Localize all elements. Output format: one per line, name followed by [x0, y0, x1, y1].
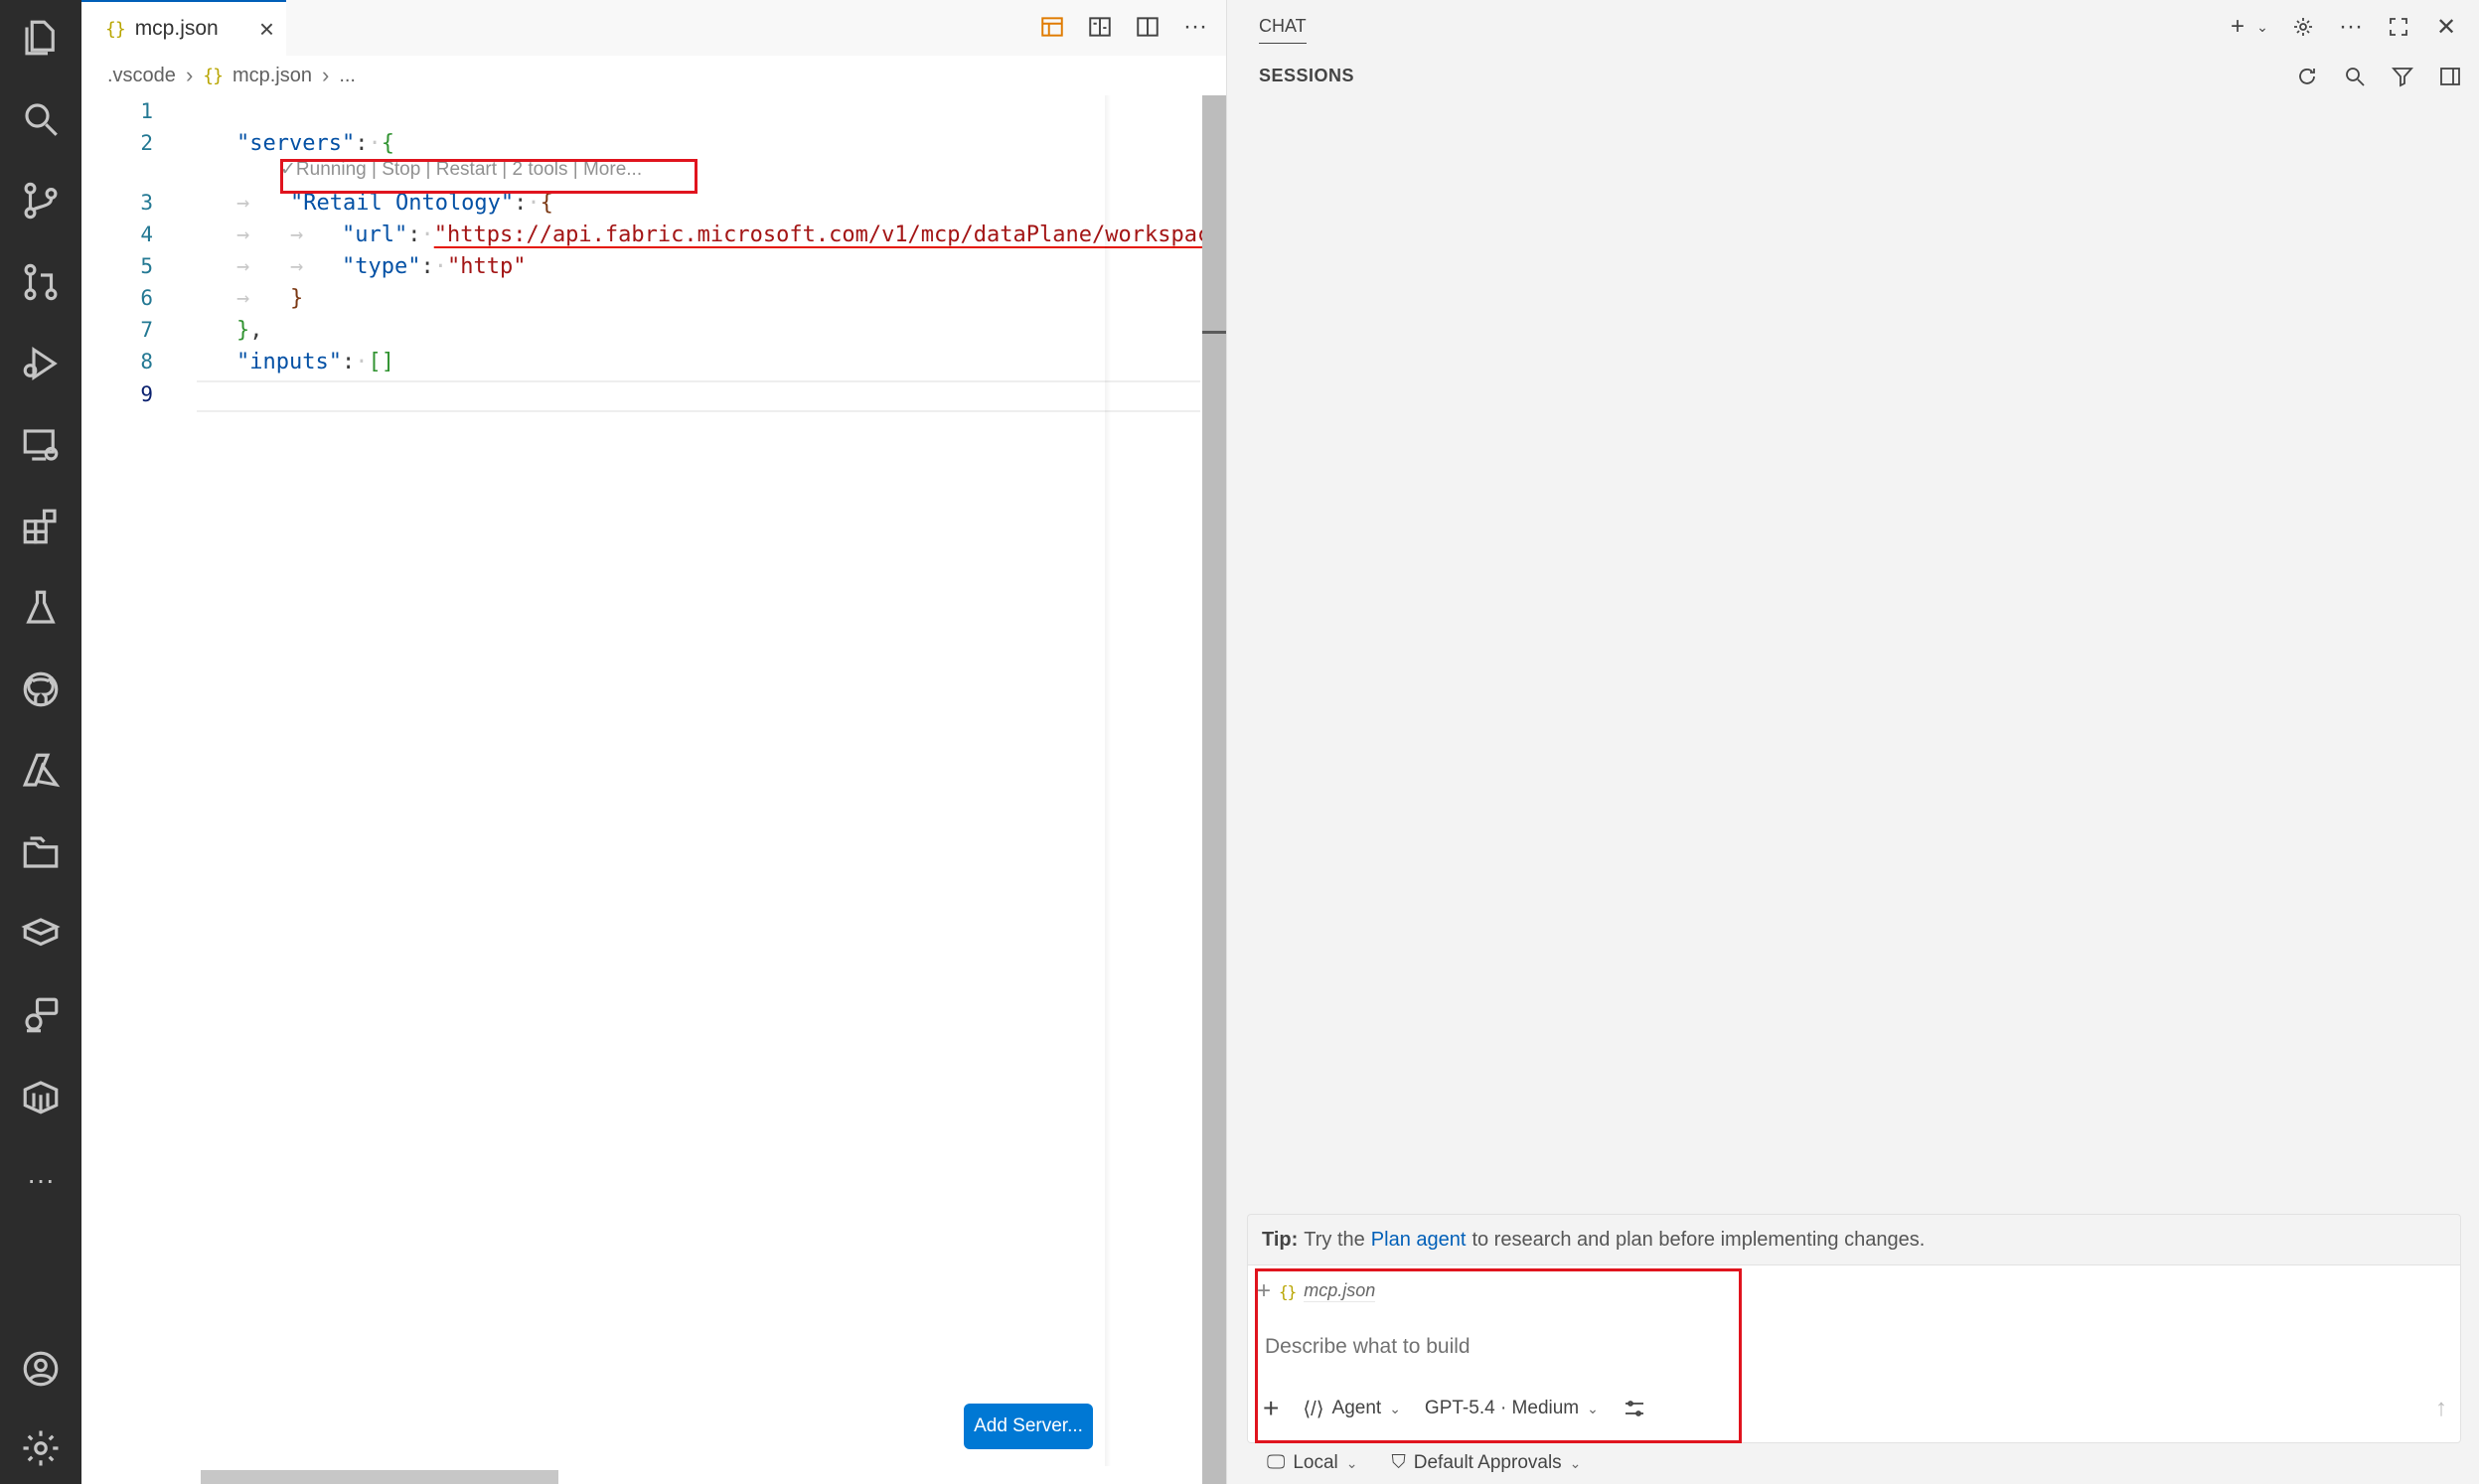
tip-prefix: Tip:: [1262, 1229, 1299, 1251]
chat-bots-icon[interactable]: [17, 991, 65, 1039]
minimap: [1105, 95, 1111, 1466]
chat-tab-title[interactable]: CHAT: [1259, 16, 1307, 44]
tab-label: mcp.json: [134, 17, 219, 40]
refresh-icon[interactable]: [2292, 60, 2322, 93]
tip-text-after: to research and plan before implementing…: [1472, 1229, 1926, 1251]
gear-icon[interactable]: [2288, 10, 2318, 44]
more-actions-icon[interactable]: ···: [2336, 10, 2366, 44]
filter-icon[interactable]: [2388, 60, 2417, 93]
remote-explorer-icon[interactable]: [17, 421, 65, 469]
toggle-sidebar-icon[interactable]: [2435, 60, 2465, 93]
tip-text-before: Try the: [1304, 1229, 1365, 1251]
source-control-icon[interactable]: [17, 177, 65, 224]
sessions-actions: [2292, 60, 2465, 93]
json-key: "inputs": [236, 349, 342, 374]
breadcrumb-more[interactable]: ...: [339, 65, 356, 87]
code-line: 6 → }: [81, 282, 1135, 314]
chevron-down-icon: ⌄: [1569, 1454, 1582, 1471]
code-line: 4 → → "url":·"https://api.fabric.microso…: [81, 219, 1210, 250]
line-number: 2: [140, 131, 153, 155]
current-line-highlight: [197, 380, 1200, 412]
explorer-icon[interactable]: [17, 14, 65, 62]
close-icon[interactable]: ×: [259, 16, 274, 42]
pull-requests-icon[interactable]: [17, 258, 65, 306]
line-number: 8: [140, 350, 153, 373]
github-icon[interactable]: [17, 666, 65, 713]
code-line: 7 },: [81, 314, 1135, 346]
accounts-icon[interactable]: [17, 1345, 65, 1393]
session-location-picker[interactable]: 🖵 Local ⌄: [1267, 1452, 1357, 1474]
monitor-icon: 🖵: [1267, 1452, 1286, 1473]
chat-footer: 🖵 Local ⌄ ⛉ Default Approvals ⌄: [1267, 1452, 1581, 1474]
json-key: "servers": [236, 130, 356, 156]
settings-gear-icon[interactable]: [17, 1424, 65, 1472]
code-line: 8 "inputs":·[]: [81, 346, 1135, 377]
more-views-icon[interactable]: ···: [17, 1156, 65, 1204]
line-number: 1: [140, 99, 153, 123]
editor-actions: ···: [1035, 10, 1212, 44]
highlight-box-chat-input: [1255, 1268, 1742, 1443]
chevron-down-icon[interactable]: ⌄: [2254, 10, 2270, 44]
horizontal-scrollbar[interactable]: [201, 1470, 558, 1484]
json-key: "Retail Ontology": [290, 190, 515, 216]
line-number: 9: [140, 382, 153, 406]
chat-tip: Tip: Try the Plan agent to research and …: [1247, 1214, 2461, 1265]
chat-panel: CHAT + ⌄ ··· ✕ SESSIONS Tip: Try the Pla…: [1226, 0, 2479, 1484]
new-chat-icon[interactable]: +: [2223, 10, 2252, 44]
location-label: Local: [1293, 1452, 1338, 1473]
activity-bar: ···: [0, 0, 81, 1484]
code-editor[interactable]: 1 2 "servers":·{ 3 → "Retail Ontology":·…: [81, 95, 1210, 1387]
folders-icon[interactable]: [17, 828, 65, 876]
breadcrumb-folder[interactable]: .vscode: [107, 65, 176, 87]
search-icon[interactable]: [17, 95, 65, 143]
containers-icon[interactable]: [17, 1073, 65, 1120]
json-key: "type": [342, 253, 421, 279]
json-url-value[interactable]: "https://api.fabric.microsoft.com/v1/mcp…: [434, 223, 1210, 247]
approvals-label: Default Approvals: [1413, 1452, 1562, 1473]
azure-icon[interactable]: [17, 747, 65, 795]
json-key: "url": [342, 222, 408, 247]
plan-agent-link[interactable]: Plan agent: [1371, 1229, 1467, 1252]
scrollbar-position-marker: [1202, 331, 1226, 334]
send-arrow-icon[interactable]: ↑: [2435, 1395, 2447, 1422]
json-file-icon: {}: [203, 65, 224, 86]
sessions-header[interactable]: SESSIONS: [1259, 66, 1354, 86]
line-number: 3: [140, 191, 153, 215]
line-number: 6: [140, 286, 153, 310]
breadcrumb: .vscode › {} mcp.json › ...: [107, 60, 356, 91]
chevron-right-icon: ›: [321, 63, 330, 87]
shield-icon: ⛉: [1391, 1452, 1406, 1473]
add-server-button[interactable]: Add Server...: [964, 1404, 1093, 1449]
vertical-scrollbar[interactable]: [1202, 95, 1226, 1484]
maximize-icon[interactable]: [2384, 10, 2413, 44]
chat-title-actions: + ⌄ ··· ✕: [2223, 10, 2461, 44]
close-icon[interactable]: ✕: [2431, 10, 2461, 44]
line-number: 5: [140, 254, 153, 278]
extensions-icon[interactable]: [17, 503, 65, 550]
code-line: 2 "servers":·{: [81, 127, 1135, 159]
chevron-down-icon: ⌄: [1345, 1454, 1358, 1471]
split-editor-icon[interactable]: [1131, 10, 1164, 44]
approvals-picker[interactable]: ⛉ Default Approvals ⌄: [1391, 1452, 1581, 1474]
chevron-right-icon: ›: [185, 63, 194, 87]
code-line: 5 → → "type":·"http": [81, 250, 1135, 282]
json-file-icon: {}: [105, 18, 126, 40]
highlight-box-codelens: [280, 159, 697, 194]
open-preview-icon[interactable]: [1035, 10, 1069, 44]
run-debug-icon[interactable]: [17, 340, 65, 387]
breadcrumb-file[interactable]: mcp.json: [232, 65, 312, 87]
tab-mcp-json[interactable]: {} mcp.json ×: [81, 0, 286, 56]
search-icon[interactable]: [2340, 60, 2370, 93]
editor-group: {} mcp.json × ··· .vscode › {} mcp.json …: [81, 0, 1226, 1484]
json-value: "http": [446, 253, 527, 279]
testing-icon[interactable]: [17, 584, 65, 632]
more-actions-icon[interactable]: ···: [1178, 10, 1212, 44]
code-line: 1: [81, 95, 1135, 127]
tab-bar: {} mcp.json × ···: [81, 0, 1226, 56]
learning-icon[interactable]: [17, 910, 65, 958]
line-number: 4: [140, 223, 153, 246]
open-changes-icon[interactable]: [1083, 10, 1117, 44]
line-number: 7: [140, 318, 153, 342]
